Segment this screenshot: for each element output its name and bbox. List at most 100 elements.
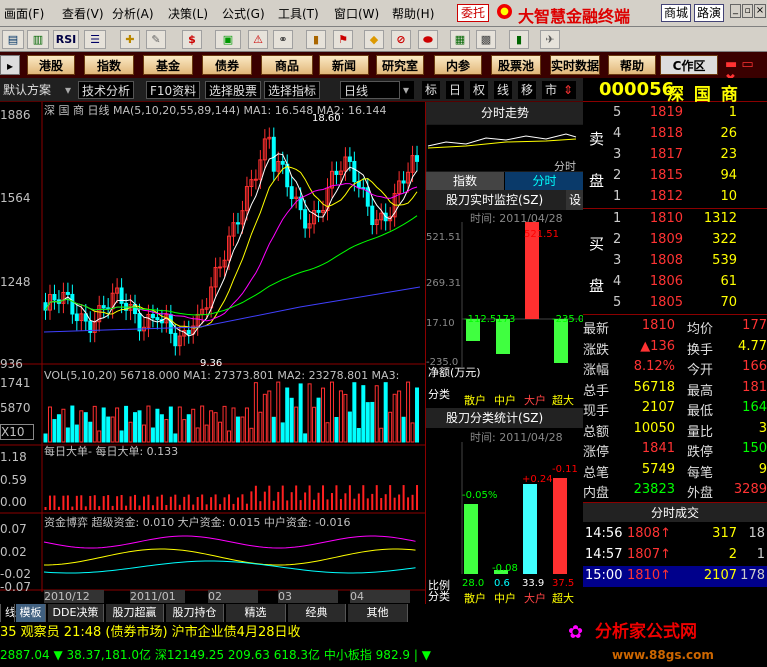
roadshow-button[interactable]: 路演 [694, 4, 724, 22]
candle-body [101, 305, 106, 309]
nav-stock-pool[interactable]: 股票池 [491, 55, 541, 75]
tab-day[interactable]: 日 [446, 81, 465, 99]
tab-dde[interactable]: DDE决策 [48, 604, 104, 622]
trade-row[interactable]: 14:56 1808↑ 317 18 [583, 524, 767, 545]
list-icon[interactable]: ☰ [84, 30, 106, 49]
mall-button[interactable]: 商城 [661, 4, 691, 22]
quote-row[interactable]: 总笔 5749 每笔 9 [583, 460, 767, 481]
kline-icon[interactable]: ▥ [27, 30, 49, 49]
select-stock-button[interactable]: 选择股票 [205, 81, 262, 99]
quote-row[interactable]: 总额 10050 量比 3 [583, 419, 767, 440]
menu-formula[interactable]: 公式(G) [222, 5, 265, 22]
flag-icon[interactable]: ⚑ [333, 30, 353, 49]
entrust-button[interactable]: 委托 [457, 4, 489, 22]
tab-line[interactable]: 线 [494, 81, 513, 99]
crosshair-icon[interactable]: ✚ [120, 30, 140, 49]
monitor-value: 521.51 [524, 229, 559, 240]
quote-row[interactable]: 涨幅 8.12% 今开 166 [583, 357, 767, 378]
select-indicator-button[interactable]: 选择指标 [264, 81, 321, 99]
pin-icon[interactable]: ✈ [540, 30, 560, 49]
f10-button[interactable]: F10资料 [146, 81, 201, 99]
nav-realtime[interactable]: 实时数据 [550, 55, 600, 75]
tab-other[interactable]: 其他 [348, 604, 408, 622]
book-icon[interactable]: ▦ [450, 30, 470, 49]
sell-row[interactable]: 3 1817 23 [583, 145, 767, 166]
quote-row[interactable]: 涨停 1841 跌停 150 [583, 439, 767, 460]
nav-research[interactable]: 研究室 [376, 55, 424, 75]
nav-insider[interactable]: 内参 [434, 55, 482, 75]
quote-row[interactable]: 最新 1810 均价 177 [583, 316, 767, 337]
menu-screen[interactable]: 画面(F) [4, 5, 44, 22]
back-icon[interactable]: ▸ [0, 55, 20, 75]
period-dropdown-icon[interactable]: ▾ [400, 81, 414, 99]
quote-row[interactable]: 现手 2107 最低 164 [583, 398, 767, 419]
tab-template[interactable]: 模板 [16, 604, 46, 622]
books-icon[interactable]: ▮ [509, 30, 529, 49]
no-icon[interactable]: ⊘ [391, 30, 411, 49]
nav-help[interactable]: 帮助 [608, 55, 656, 75]
sell-row[interactable]: 5 1819 1 [583, 103, 767, 124]
sell-row[interactable]: 4 1818 26 [583, 124, 767, 145]
chart-bars-icon[interactable]: ▮ [306, 30, 326, 49]
buy-row[interactable]: 5 1805 70 [583, 293, 767, 314]
minimize-icon[interactable]: _ [730, 4, 741, 18]
buy-row[interactable]: 3 1808 539 [583, 251, 767, 272]
capsule-icon[interactable]: ⬬ [418, 30, 438, 49]
tab-fenshi[interactable]: 分时 [505, 172, 584, 190]
tab-classic[interactable]: 经典 [288, 604, 346, 622]
close-icon[interactable]: × [754, 4, 766, 18]
quote-row[interactable]: 内盘 23823 外盘 3289 [583, 480, 767, 501]
ruler-icon[interactable]: ✎ [146, 30, 166, 49]
volume-scale-button[interactable]: X10 [0, 424, 34, 440]
news-ticker[interactable]: 35 观察员 21:48 (债券市场) 沪市企业债4月28日收 ✿ 分析家公式网 [0, 622, 767, 644]
chart-screen-icon[interactable]: ▤ [2, 30, 24, 49]
tab-mark[interactable]: 标 [422, 81, 441, 99]
tab-right[interactable]: 权 [470, 81, 489, 99]
indicator-icon[interactable]: ▣ [215, 30, 241, 49]
workspace-button[interactable]: C作区 [660, 55, 718, 75]
menu-tools[interactable]: 工具(T) [278, 5, 319, 22]
index-ticker[interactable]: 2887.04 ▼ 38.37,181.0亿 深12149.25 209.63 … [0, 644, 767, 667]
nav-index[interactable]: 指数 [84, 55, 134, 75]
nav-news[interactable]: 新闻 [319, 55, 369, 75]
trades-title[interactable]: 分时成交 [583, 502, 767, 522]
tech-analysis-button[interactable]: 技术分析 [78, 81, 135, 99]
menu-decision[interactable]: 决策(L) [168, 5, 208, 22]
tab-move[interactable]: 移 [518, 81, 537, 99]
buy-row[interactable]: 1 1810 1312 [583, 209, 767, 230]
nav-fund[interactable]: 基金 [143, 55, 193, 75]
nav-commodity[interactable]: 商品 [261, 55, 313, 75]
trade-row[interactable]: 15:00 1810↑ 2107 178 [583, 566, 767, 587]
dropdown-icon[interactable]: ▾ [62, 81, 74, 99]
menu-window[interactable]: 窗口(W) [334, 5, 379, 22]
nav-bond[interactable]: 债券 [202, 55, 252, 75]
sell-row[interactable]: 2 1815 94 [583, 166, 767, 187]
tab-index[interactable]: 指数 [426, 172, 504, 190]
menu-view[interactable]: 查看(V) [62, 5, 104, 22]
dollar-icon[interactable]: $ [182, 30, 202, 49]
diamond-icon[interactable]: ◆ [364, 30, 384, 49]
pin-icon-red[interactable]: ⇕ [560, 81, 577, 99]
default-scheme-dropdown[interactable]: 默认方案 [0, 81, 54, 99]
period-dropdown[interactable]: 日线 [340, 81, 400, 99]
monitor-settings-button[interactable]: 设 [566, 190, 584, 210]
rsi-button[interactable]: RSI [53, 30, 79, 49]
trade-row[interactable]: 14:57 1807↑ 2 1 [583, 545, 767, 566]
menu-help[interactable]: 帮助(H) [392, 5, 434, 22]
menu-analysis[interactable]: 分析(A) [112, 5, 154, 22]
quote-row[interactable]: 涨跌 ▲136 换手 4.77 [583, 337, 767, 358]
tab-market[interactable]: 市 [542, 81, 561, 99]
tab-selected[interactable]: 精选 [226, 604, 286, 622]
fenshi-title[interactable]: 分时走势 [426, 102, 584, 124]
sell-row[interactable]: 1 1812 10 [583, 187, 767, 208]
binoculars-icon[interactable]: ⚭ [273, 30, 293, 49]
warning-icon[interactable]: ⚠ [248, 30, 268, 49]
tab-gudao-win[interactable]: 股刀超赢 [106, 604, 164, 622]
nav-hk-stock[interactable]: 港股 [27, 55, 75, 75]
buy-row[interactable]: 4 1806 61 [583, 272, 767, 293]
tab-gudao-hold[interactable]: 股刀持仓 [166, 604, 224, 622]
quote-row[interactable]: 总手 56718 最高 181 [583, 378, 767, 399]
restore-icon[interactable]: ▫ [742, 4, 753, 18]
calculator-icon[interactable]: ▩ [476, 30, 496, 49]
buy-row[interactable]: 2 1809 322 [583, 230, 767, 251]
